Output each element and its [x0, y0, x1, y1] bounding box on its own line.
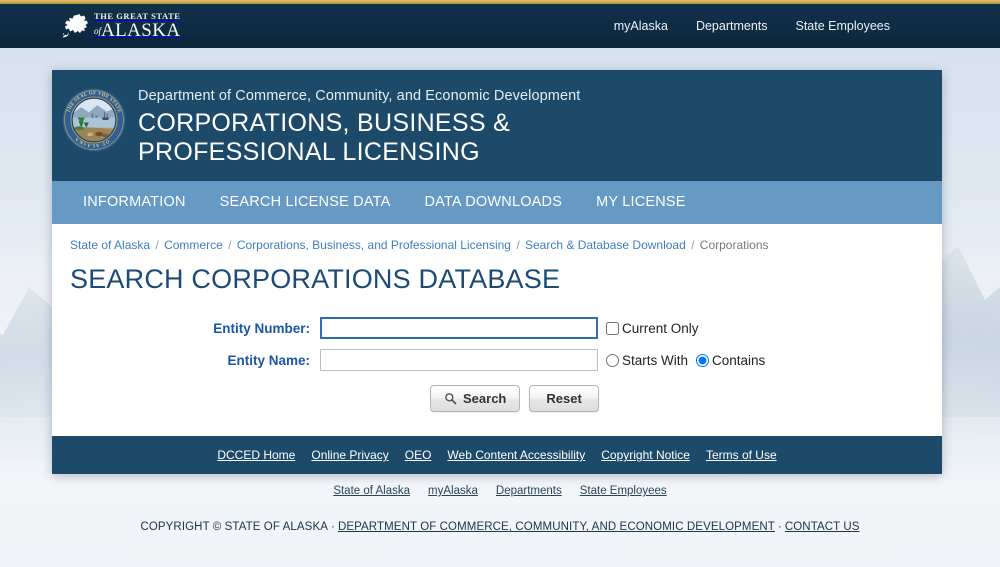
breadcrumb-separator: /: [691, 238, 694, 252]
footer-link-oeo[interactable]: OEO: [405, 448, 432, 462]
starts-with-text: Starts With: [622, 353, 688, 368]
main-navigation: INFORMATION SEARCH LICENSE DATA DATA DOW…: [52, 181, 942, 224]
footer-link-copyright-notice[interactable]: Copyright Notice: [601, 448, 690, 462]
alaska-logo-of: of: [94, 26, 101, 36]
search-button-label: Search: [463, 391, 506, 406]
alaska-logo-line1: THE GREAT STATE: [94, 12, 181, 21]
global-link-departments[interactable]: Departments: [496, 485, 562, 497]
current-only-checkbox[interactable]: [606, 322, 619, 335]
site-header-titles: Department of Commerce, Community, and E…: [138, 86, 678, 167]
state-nav-departments[interactable]: Departments: [696, 19, 768, 33]
alaska-outline-icon: [62, 13, 92, 39]
footer-link-dcced-home[interactable]: DCCED Home: [217, 448, 295, 462]
entity-number-row: Entity Number: Current Only: [70, 317, 924, 339]
current-only-text: Current Only: [622, 321, 699, 336]
nav-item-data-downloads[interactable]: DATA DOWNLOADS: [407, 181, 579, 224]
alaska-logo-name: ALASKA: [101, 20, 180, 41]
state-nav-state-employees[interactable]: State Employees: [796, 19, 891, 33]
page-footer-bar: DCCED Home Online Privacy OEO Web Conten…: [52, 436, 942, 474]
content-panel: State of Alaska / Commerce / Corporation…: [52, 224, 942, 436]
state-nav-myalaska[interactable]: myAlaska: [614, 19, 668, 33]
alaska-logo-wordmark: THE GREAT STATE ofALASKA: [94, 12, 181, 41]
breadcrumb-separator: /: [155, 238, 158, 252]
contains-radio[interactable]: [696, 354, 709, 367]
entity-name-label: Entity Name:: [70, 353, 320, 368]
footer-link-terms-of-use[interactable]: Terms of Use: [706, 448, 777, 462]
footer-link-web-content-accessibility[interactable]: Web Content Accessibility: [447, 448, 585, 462]
reset-button[interactable]: Reset: [529, 385, 598, 412]
alaska-logo-line2: ofALASKA: [94, 21, 181, 40]
contains-text: Contains: [712, 353, 765, 368]
alaska-state-logo[interactable]: THE GREAT STATE ofALASKA: [62, 12, 181, 41]
page-card: THE SEAL OF THE STATE OF ALASKA Departme…: [52, 70, 942, 474]
breadcrumb-item-search-database-download[interactable]: Search & Database Download: [525, 238, 686, 252]
starts-with-label[interactable]: Starts With: [606, 353, 688, 368]
copyright-dot-1: ·: [331, 521, 335, 533]
copyright-dot-2: ·: [778, 521, 782, 533]
entity-number-label: Entity Number:: [70, 321, 320, 336]
nav-item-search-license-data[interactable]: SEARCH LICENSE DATA: [203, 181, 408, 224]
match-mode-option-group: Starts With Contains: [606, 353, 773, 368]
global-link-state-employees[interactable]: State Employees: [580, 485, 667, 497]
page-title: SEARCH CORPORATIONS DATABASE: [70, 264, 924, 295]
global-link-state-of-alaska[interactable]: State of Alaska: [333, 485, 410, 497]
global-link-myalaska[interactable]: myAlaska: [428, 485, 478, 497]
entity-number-input[interactable]: [320, 317, 598, 339]
footer-link-online-privacy[interactable]: Online Privacy: [311, 448, 388, 462]
state-of-alaska-bar: THE GREAT STATE ofALASKA myAlaska Depart…: [0, 4, 1000, 48]
corporations-search-form: Entity Number: Current Only Entity Name:…: [70, 317, 924, 412]
magnifier-icon: [444, 392, 457, 405]
contains-label[interactable]: Contains: [696, 353, 765, 368]
breadcrumb-item-corporations: Corporations: [700, 238, 769, 252]
alaska-state-seal-icon: THE SEAL OF THE STATE OF ALASKA: [62, 88, 126, 152]
department-name: Department of Commerce, Community, and E…: [138, 88, 678, 105]
reset-button-label: Reset: [546, 391, 581, 406]
starts-with-radio[interactable]: [606, 354, 619, 367]
nav-item-information[interactable]: INFORMATION: [66, 181, 203, 224]
current-only-label[interactable]: Current Only: [606, 321, 699, 336]
breadcrumb-item-cbpl[interactable]: Corporations, Business, and Professional…: [237, 238, 511, 252]
copyright-line: COPYRIGHT © STATE OF ALASKA·DEPARTMENT O…: [0, 521, 1000, 533]
current-only-option-group: Current Only: [606, 321, 707, 336]
breadcrumb-item-commerce[interactable]: Commerce: [164, 238, 223, 252]
breadcrumb-separator: /: [516, 238, 519, 252]
nav-item-my-license[interactable]: MY LICENSE: [579, 181, 703, 224]
global-footer-links: State of Alaska myAlaska Departments Sta…: [0, 485, 1000, 497]
form-button-row: Search Reset: [70, 385, 924, 412]
site-title: CORPORATIONS, BUSINESS & PROFESSIONAL LI…: [138, 109, 678, 167]
search-button[interactable]: Search: [430, 385, 520, 412]
breadcrumb: State of Alaska / Commerce / Corporation…: [70, 238, 924, 252]
entity-name-row: Entity Name: Starts With Contains: [70, 349, 924, 371]
entity-name-input[interactable]: [320, 349, 598, 371]
contact-us-link[interactable]: CONTACT US: [785, 521, 860, 533]
site-header: THE SEAL OF THE STATE OF ALASKA Departme…: [52, 70, 942, 181]
copyright-prefix: COPYRIGHT © STATE OF ALASKA: [140, 521, 328, 533]
breadcrumb-item-state-of-alaska[interactable]: State of Alaska: [70, 238, 150, 252]
copyright-department-link[interactable]: DEPARTMENT OF COMMERCE, COMMUNITY, AND E…: [338, 521, 775, 533]
breadcrumb-separator: /: [228, 238, 231, 252]
state-utility-nav: myAlaska Departments State Employees: [614, 19, 890, 33]
